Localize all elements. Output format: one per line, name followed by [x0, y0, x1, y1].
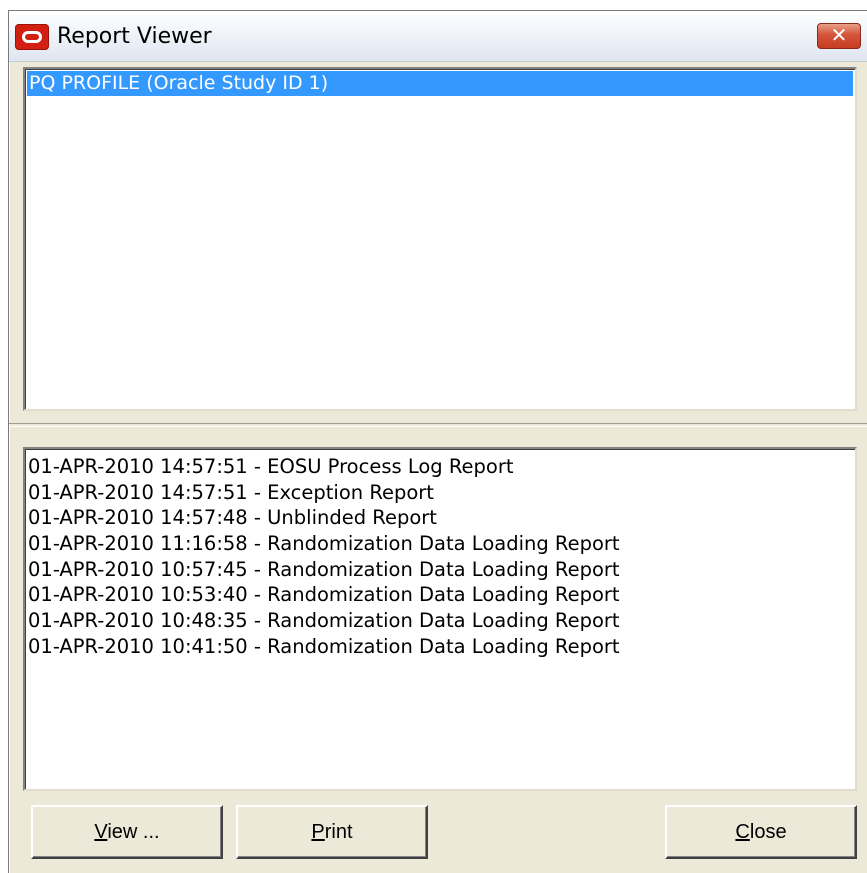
print-mnemonic: P [311, 821, 325, 843]
report-list-item[interactable]: 01-APR-2010 10:48:35 - Randomization Dat… [28, 608, 855, 634]
oracle-logo-icon [15, 24, 49, 50]
report-list-item[interactable]: 01-APR-2010 10:41:50 - Randomization Dat… [28, 634, 855, 660]
report-list-item[interactable]: 01-APR-2010 14:57:51 - EOSU Process Log … [28, 454, 855, 480]
close-window-button[interactable]: ✕ [817, 23, 861, 49]
study-list[interactable]: PQ PROFILE (Oracle Study ID 1) [23, 67, 857, 411]
report-list-item[interactable]: 01-APR-2010 10:57:45 - Randomization Dat… [28, 557, 855, 583]
report-list-item[interactable]: 01-APR-2010 11:16:58 - Randomization Dat… [28, 531, 855, 557]
report-list-item[interactable]: 01-APR-2010 14:57:51 - Exception Report [28, 480, 855, 506]
study-list-item-selected[interactable]: PQ PROFILE (Oracle Study ID 1) [27, 71, 853, 96]
window-title: Report Viewer [57, 24, 212, 49]
close-label: lose [749, 821, 787, 843]
report-list[interactable]: 01-APR-2010 14:57:51 - EOSU Process Log … [23, 447, 857, 791]
report-list-item[interactable]: 01-APR-2010 10:53:40 - Randomization Dat… [28, 582, 855, 608]
title-bar[interactable]: Report Viewer ✕ [9, 11, 867, 62]
close-button[interactable]: Close [665, 805, 857, 859]
print-button[interactable]: Print [236, 805, 428, 859]
report-viewer-window: Report Viewer ✕ PQ PROFILE (Oracle Study… [8, 10, 867, 873]
print-label: rint [324, 821, 353, 843]
pane-splitter[interactable] [9, 423, 867, 427]
view-mnemonic: V [94, 821, 108, 843]
report-list-item[interactable]: 01-APR-2010 14:57:48 - Unblinded Report [28, 505, 855, 531]
view-label: iew ... [107, 821, 160, 843]
view-button[interactable]: View ... [31, 805, 223, 859]
close-mnemonic: C [735, 821, 750, 843]
